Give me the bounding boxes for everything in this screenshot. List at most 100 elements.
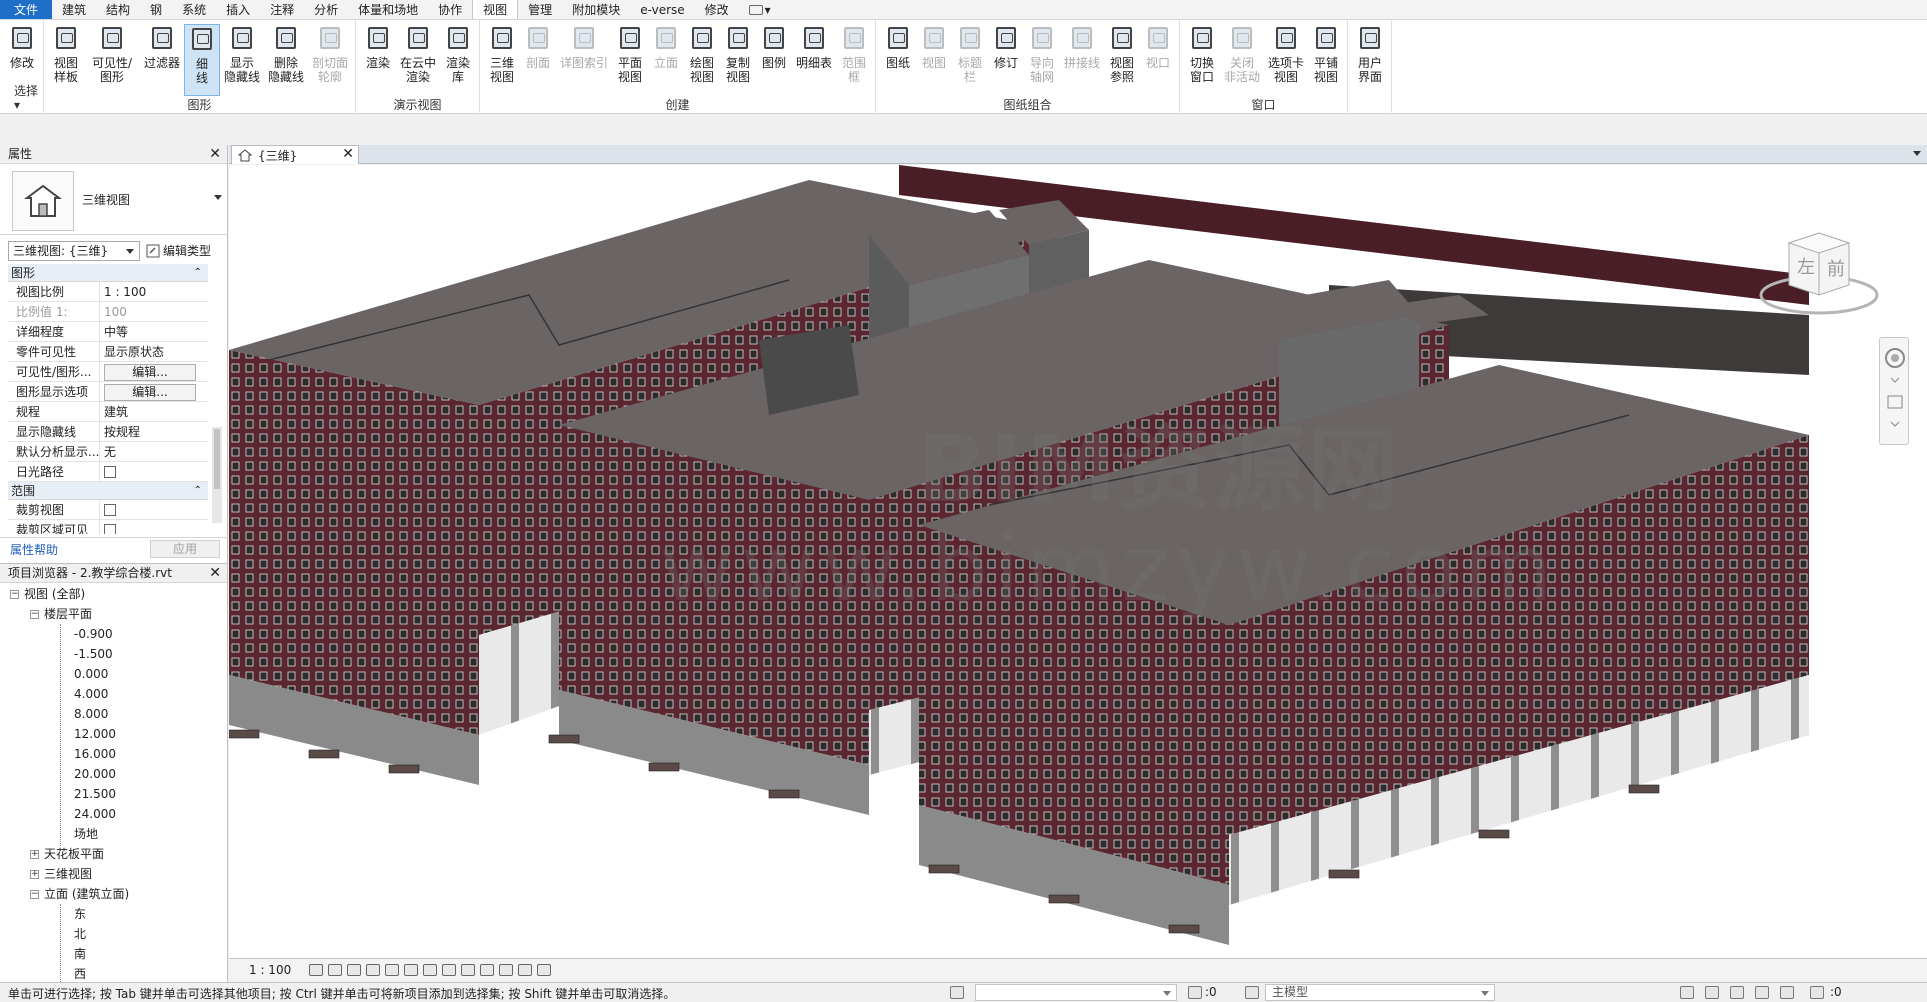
- ribbon-button-5-2[interactable]: 选项卡 视图: [1264, 24, 1308, 96]
- ribbon-button-2-0[interactable]: 渲染: [360, 24, 396, 96]
- tree-level-item[interactable]: 20.000: [74, 764, 116, 784]
- menu-tab-9[interactable]: 协作: [428, 0, 472, 19]
- ribbon-button-3-9[interactable]: 范围 框: [836, 24, 872, 96]
- properties-help-link[interactable]: 属性帮助: [10, 541, 58, 558]
- tree-elevations[interactable]: − 立面 (建筑立面): [30, 884, 129, 904]
- property-value[interactable]: 建筑: [100, 402, 208, 421]
- ribbon-button-1-4[interactable]: 显示 隐藏线: [220, 24, 264, 96]
- ribbon-button-3-2[interactable]: 详图索引: [556, 24, 612, 96]
- select-by-face-icon[interactable]: [1755, 986, 1769, 999]
- properties-section[interactable]: 图形 ⌃: [8, 264, 208, 282]
- close-icon[interactable]: ✕: [209, 564, 221, 583]
- worksharing-icon[interactable]: [499, 963, 514, 976]
- tree-level-item[interactable]: 0.000: [74, 664, 108, 684]
- lock-3d-icon[interactable]: [442, 963, 457, 976]
- crop-region-icon[interactable]: [423, 963, 438, 976]
- menu-tab-8[interactable]: 体量和场地: [348, 0, 428, 19]
- property-value[interactable]: 无: [100, 442, 208, 461]
- tree-level-item[interactable]: 8.000: [74, 704, 108, 724]
- zoom-icon[interactable]: [1887, 395, 1903, 409]
- ribbon-button-1-0[interactable]: 视图 样板: [48, 24, 84, 96]
- properties-scrollbar[interactable]: [212, 427, 222, 523]
- ribbon-button-4-4[interactable]: 导向 轴网: [1024, 24, 1060, 96]
- ribbon-button-4-1[interactable]: 视图: [916, 24, 952, 96]
- ribbon-button-4-2[interactable]: 标题 栏: [952, 24, 988, 96]
- menu-tab-6[interactable]: 注释: [260, 0, 304, 19]
- ribbon-button-4-5[interactable]: 拼接线: [1060, 24, 1104, 96]
- menu-tab-12[interactable]: 附加模块: [562, 0, 630, 19]
- edit-button[interactable]: 编辑...: [104, 384, 196, 401]
- filter-icon[interactable]: [1810, 986, 1824, 999]
- apply-button[interactable]: 应用: [150, 540, 220, 558]
- tree-level-item[interactable]: 12.000: [74, 724, 116, 744]
- temporary-hide-icon[interactable]: [461, 963, 476, 976]
- chevron-down-icon[interactable]: [1913, 151, 1921, 156]
- menu-tab-2[interactable]: 结构: [96, 0, 140, 19]
- cube-face-left[interactable]: 左: [1797, 253, 1815, 279]
- property-value[interactable]: 100: [100, 302, 208, 321]
- chevron-down-icon[interactable]: [1163, 991, 1171, 996]
- view-cube[interactable]: 左 前: [1749, 213, 1889, 323]
- tree-level-item[interactable]: -0.900: [74, 624, 113, 644]
- expand-toggle-icon[interactable]: +: [30, 849, 39, 859]
- menu-tab-4[interactable]: 系统: [172, 0, 216, 19]
- tree-level-item[interactable]: 场地: [74, 824, 98, 844]
- instance-selector[interactable]: 三维视图: {三维}: [8, 241, 140, 261]
- expand-toggle-icon[interactable]: −: [30, 609, 39, 619]
- ribbon-button-1-5[interactable]: 删除 隐藏线: [264, 24, 308, 96]
- cube-face-front[interactable]: 前: [1827, 255, 1845, 281]
- property-value[interactable]: [100, 500, 208, 519]
- rendering-icon[interactable]: [385, 963, 400, 976]
- close-icon[interactable]: ✕: [209, 145, 221, 164]
- model-selector[interactable]: 主模型: [1265, 984, 1495, 1001]
- tree-level-item[interactable]: 24.000: [74, 804, 116, 824]
- ribbon-button-4-3[interactable]: 修订: [988, 24, 1024, 96]
- ribbon-button-3-7[interactable]: 图例: [756, 24, 792, 96]
- ribbon-button-4-7[interactable]: 视口: [1140, 24, 1176, 96]
- property-value[interactable]: [100, 520, 208, 534]
- type-selector[interactable]: 三维视图: [0, 165, 228, 235]
- tree-floor-plans[interactable]: − 楼层平面: [30, 604, 92, 624]
- ribbon-button-4-0[interactable]: 图纸: [880, 24, 916, 96]
- ribbon-button-3-4[interactable]: 立面: [648, 24, 684, 96]
- sun-path-icon[interactable]: [347, 963, 362, 976]
- collapse-icon[interactable]: ⌃: [194, 264, 202, 282]
- chevron-down-icon[interactable]: [214, 195, 222, 200]
- workset-icon[interactable]: [950, 986, 964, 999]
- menu-tab-0[interactable]: 文件: [0, 0, 53, 19]
- tree-level-item[interactable]: 4.000: [74, 684, 108, 704]
- select-underlay-icon[interactable]: [1705, 986, 1719, 999]
- collapse-icon[interactable]: ⌃: [194, 482, 202, 500]
- tree-elevation-item[interactable]: 南: [74, 944, 86, 964]
- menu-tab-13[interactable]: e-verse: [630, 0, 694, 19]
- properties-section[interactable]: 范围 ⌃: [8, 482, 208, 500]
- edit-button[interactable]: 编辑...: [104, 364, 196, 381]
- property-checkbox[interactable]: [104, 466, 116, 478]
- ribbon-button-3-8[interactable]: 明细表: [792, 24, 836, 96]
- view-tab-3d[interactable]: {三维} ✕: [231, 145, 359, 164]
- drag-elements-icon[interactable]: [1780, 986, 1794, 999]
- menu-tab-7[interactable]: 分析: [304, 0, 348, 19]
- menu-tab-14[interactable]: 修改: [695, 0, 739, 19]
- property-checkbox[interactable]: [104, 504, 116, 516]
- ribbon-button-1-2[interactable]: 过滤器: [140, 24, 184, 96]
- menu-tab-10[interactable]: 视图: [472, 0, 519, 19]
- ribbon-button-1-3[interactable]: 细 线: [184, 24, 220, 96]
- tree-elevation-item[interactable]: 东: [74, 904, 86, 924]
- tree-level-item[interactable]: -1.500: [74, 644, 113, 664]
- ribbon-button-5-3[interactable]: 平铺 视图: [1308, 24, 1344, 96]
- highlight-displacement-icon[interactable]: [537, 963, 552, 976]
- property-checkbox[interactable]: [104, 524, 116, 534]
- ribbon-button-3-3[interactable]: 平面 视图: [612, 24, 648, 96]
- reveal-hidden-icon[interactable]: [480, 963, 495, 976]
- ribbon-button-1-6[interactable]: 剖切面 轮廓: [308, 24, 352, 96]
- tree-level-item[interactable]: 16.000: [74, 744, 116, 764]
- scrollbar-thumb[interactable]: [214, 429, 220, 489]
- quick-access-dropdown[interactable]: ▾: [739, 0, 781, 19]
- tree-3d-views[interactable]: + 三维视图: [30, 864, 92, 884]
- tree-ceiling-plans[interactable]: + 天花板平面: [30, 844, 104, 864]
- ribbon-button-6-0[interactable]: 用户 界面: [1352, 24, 1388, 96]
- expand-toggle-icon[interactable]: −: [10, 589, 19, 599]
- property-value[interactable]: 编辑...: [100, 362, 208, 381]
- chevron-down-icon[interactable]: [126, 249, 134, 254]
